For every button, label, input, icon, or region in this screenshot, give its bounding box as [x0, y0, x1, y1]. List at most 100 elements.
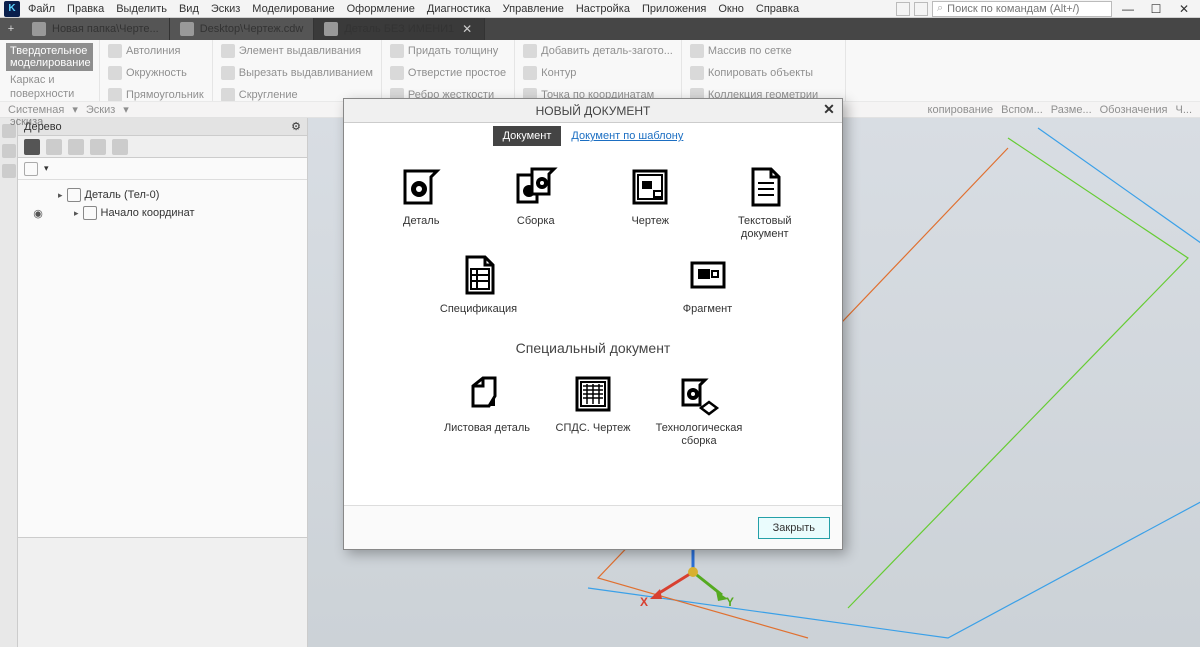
ribbon-mode-link[interactable]: Каркас и поверхности	[10, 73, 89, 101]
menu-Эскиз[interactable]: Эскиз	[205, 2, 246, 16]
file-icon	[324, 22, 338, 36]
command-search[interactable]: ⌕	[932, 1, 1112, 17]
tree-tool-icon[interactable]	[24, 139, 40, 155]
menu-Окно[interactable]: Окно	[712, 2, 750, 16]
doc-type-label: Технологическая сборка	[653, 422, 745, 448]
doc-type-assembly[interactable]: Сборка	[488, 159, 584, 247]
doc-type-sheet[interactable]: Листовая деталь	[439, 366, 535, 454]
ribbon-command[interactable]: Автолиния	[106, 43, 182, 59]
ribbon-strip-label[interactable]: копирование	[928, 104, 994, 116]
tree-tool-icon[interactable]	[90, 139, 106, 155]
tree-node-label: Начало координат	[101, 207, 195, 219]
techasm-icon	[677, 372, 721, 416]
tree-node[interactable]: ▸Деталь (Тел-0)	[22, 186, 303, 204]
doc-type-fragment[interactable]: Фрагмент	[660, 247, 756, 322]
document-tab[interactable]: Новая папка\Черте...	[22, 18, 170, 40]
ribbon-strip-label[interactable]: Разме...	[1051, 104, 1092, 116]
quick-icon[interactable]	[914, 2, 928, 16]
tree-node[interactable]: ◉ ▸ Начало координат	[22, 204, 303, 222]
visibility-icon[interactable]: ◉	[28, 207, 48, 220]
spec-icon	[457, 253, 501, 297]
command-icon	[390, 44, 404, 58]
menu-Моделирование[interactable]: Моделирование	[246, 2, 340, 16]
tree-filter-row: ▾	[18, 158, 307, 180]
ribbon-mode-title[interactable]: Твердотельное моделирование	[6, 43, 93, 71]
chevron-down-icon[interactable]: ▾	[44, 163, 49, 174]
maximize-button[interactable]: ☐	[1144, 2, 1168, 16]
doc-type-label: Листовая деталь	[444, 422, 530, 435]
quick-icon[interactable]	[896, 2, 910, 16]
tab-close-icon[interactable]: ✕	[460, 22, 474, 36]
dialog-tab-document[interactable]: Документ	[493, 126, 562, 146]
minimize-button[interactable]: —	[1116, 2, 1140, 16]
ribbon-command[interactable]: Элемент выдавливания	[219, 43, 363, 59]
strip-icon[interactable]	[2, 164, 16, 178]
doc-type-label: Фрагмент	[683, 303, 732, 316]
ribbon-command[interactable]: Копировать объекты	[688, 65, 815, 81]
dialog-close-action[interactable]: Закрыть	[758, 517, 830, 539]
command-icon	[523, 44, 537, 58]
ribbon-command[interactable]: Массив по сетке	[688, 43, 794, 59]
menu-Файл[interactable]: Файл	[22, 2, 61, 16]
command-icon	[690, 44, 704, 58]
origin-icon	[83, 206, 97, 220]
fragment-icon	[686, 253, 730, 297]
file-icon	[32, 22, 46, 36]
command-search-input[interactable]	[947, 3, 1107, 15]
axis-label-x: X	[640, 595, 648, 609]
ribbon-strip-label[interactable]: Ч...	[1176, 104, 1193, 116]
ribbon-command[interactable]: Окружность	[106, 65, 189, 81]
part-icon	[67, 188, 81, 202]
close-button[interactable]: ✕	[1172, 2, 1196, 16]
menu-Настройка[interactable]: Настройка	[570, 2, 636, 16]
menu-Справка[interactable]: Справка	[750, 2, 805, 16]
ribbon-strip-label[interactable]: Вспом...	[1001, 104, 1043, 116]
menu-Управление[interactable]: Управление	[497, 2, 570, 16]
ribbon-command[interactable]: Добавить деталь-загото...	[521, 43, 675, 59]
textdoc-icon	[743, 165, 787, 209]
document-tab[interactable]: Desktop\Чертеж.cdw	[170, 18, 315, 40]
menu-bar: K ФайлПравкаВыделитьВидЭскизМоделировани…	[0, 0, 1200, 18]
command-icon	[523, 66, 537, 80]
tree-toolbar	[18, 136, 307, 158]
doc-type-textdoc[interactable]: Текстовый документ	[717, 159, 813, 247]
axis-label-y: Y	[726, 595, 734, 609]
doc-type-part[interactable]: Деталь	[373, 159, 469, 247]
spds-icon	[571, 372, 615, 416]
tree-tool-icon[interactable]	[68, 139, 84, 155]
tree-tool-icon[interactable]	[46, 139, 62, 155]
ribbon-strip-label[interactable]: Эскиз	[86, 104, 115, 116]
strip-icon[interactable]	[2, 144, 16, 158]
tree-tool-icon[interactable]	[112, 139, 128, 155]
doc-type-techasm[interactable]: Технологическая сборка	[651, 366, 747, 454]
ribbon-command[interactable]: Отверстие простое	[388, 65, 508, 81]
doc-type-drawing[interactable]: Чертеж	[602, 159, 698, 247]
ribbon-strip-label[interactable]: Системная	[8, 104, 64, 116]
special-section-title: Специальный документ	[364, 340, 822, 356]
ribbon-command[interactable]: Вырезать выдавливанием	[219, 65, 375, 81]
menu-Приложения[interactable]: Приложения	[636, 2, 712, 16]
expand-icon[interactable]: ▸	[58, 190, 63, 201]
doc-type-spec[interactable]: Спецификация	[431, 247, 527, 322]
dialog-title-text: НОВЫЙ ДОКУМЕНТ	[536, 104, 651, 118]
ribbon-strip-label[interactable]: Обозначения	[1100, 104, 1168, 116]
menu-Вид[interactable]: Вид	[173, 2, 205, 16]
expand-icon[interactable]: ▸	[74, 208, 79, 219]
dialog-tab-template[interactable]: Документ по шаблону	[561, 126, 693, 146]
ribbon-command[interactable]: Придать толщину	[388, 43, 500, 59]
document-tab[interactable]: Деталь БЕЗ ИМЕНИ1✕	[314, 18, 485, 40]
filter-icon[interactable]	[24, 162, 38, 176]
doc-type-label: Чертеж	[631, 215, 669, 228]
document-tabs: + Новая папка\Черте...Desktop\Чертеж.cdw…	[0, 18, 1200, 40]
new-tab-button[interactable]: +	[0, 18, 22, 40]
ribbon-command[interactable]: Контур	[521, 65, 578, 81]
menu-Выделить[interactable]: Выделить	[110, 2, 173, 16]
gear-icon[interactable]: ⚙	[291, 120, 301, 133]
menu-Правка[interactable]: Правка	[61, 2, 110, 16]
dialog-close-button[interactable]: ✕	[820, 101, 838, 119]
menu-Диагностика[interactable]: Диагностика	[421, 2, 497, 16]
doc-type-spds[interactable]: СПДС. Чертеж	[545, 366, 641, 454]
assembly-icon	[514, 165, 558, 209]
tree-panel: Дерево ⚙ ▾ ▸Деталь (Тел-0)◉▸Начало коорд…	[18, 118, 308, 647]
menu-Оформление[interactable]: Оформление	[341, 2, 421, 16]
